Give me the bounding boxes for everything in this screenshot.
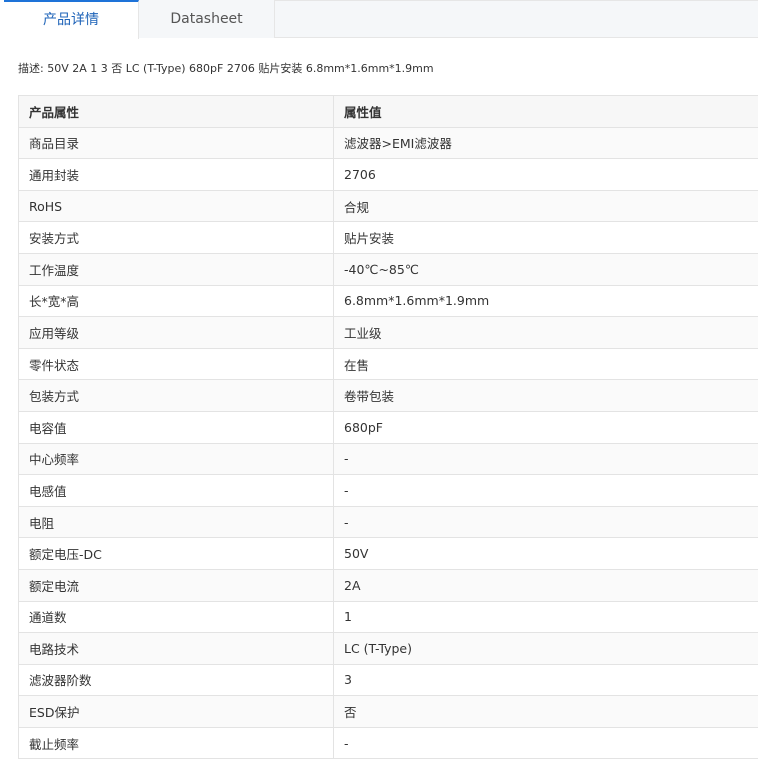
attribute-name-cell: 额定电压-DC <box>18 537 334 570</box>
attribute-name-cell: 电容值 <box>18 410 334 444</box>
attribute-name-cell: 工作温度 <box>18 252 334 286</box>
header-value: 属性值 <box>333 95 758 128</box>
table-row: 电路技术 LC (T-Type) <box>18 632 758 665</box>
table-row: 滤波器阶数 3 <box>18 663 758 697</box>
table-row: 额定电流 2A <box>18 568 758 602</box>
attribute-value-cell: 2A <box>333 568 758 602</box>
attribute-name-cell: 中心频率 <box>18 442 334 476</box>
attribute-name-cell: 应用等级 <box>18 316 334 349</box>
attribute-value-cell: - <box>333 726 758 760</box>
tab-datasheet[interactable]: Datasheet <box>139 0 275 38</box>
attribute-value-cell: 工业级 <box>333 316 758 349</box>
product-description: 描述: 50V 2A 1 3 否 LC (T-Type) 680pF 2706 … <box>18 62 434 75</box>
table-row: 电容值 680pF <box>18 410 758 444</box>
attribute-name-cell: ESD保护 <box>18 695 334 728</box>
attribute-name-cell: 额定电流 <box>18 568 334 602</box>
table-body: 商品目录 滤波器>EMI滤波器 通用封装 2706 RoHS 合规 安装方式 贴片安装 工作温度… <box>18 126 758 760</box>
tab-product-details[interactable]: 产品详情 <box>4 0 139 39</box>
attribute-name-cell: 电路技术 <box>18 632 334 665</box>
attribute-value-cell: 卷带包装 <box>333 379 758 412</box>
spec-table: 产品属性 属性值 商品目录 滤波器>EMI滤波器 通用封装 2706 RoHS 合规 安装方… <box>18 95 758 760</box>
attribute-value-cell: 3 <box>333 663 758 697</box>
table-row: 应用等级 工业级 <box>18 316 758 349</box>
attribute-value-cell: LC (T-Type) <box>333 632 758 665</box>
attribute-value-cell: 680pF <box>333 410 758 444</box>
table-row: 电感值 - <box>18 474 758 507</box>
attribute-value-cell: 在售 <box>333 347 758 381</box>
attribute-value-cell: 滤波器>EMI滤波器 <box>333 126 758 160</box>
attribute-name-cell: 零件状态 <box>18 347 334 381</box>
table-row: 长*宽*高 6.8mm*1.6mm*1.9mm <box>18 284 758 318</box>
attribute-name-cell: 滤波器阶数 <box>18 663 334 697</box>
attribute-name-cell: 商品目录 <box>18 126 334 160</box>
table-row: 通用封装 2706 <box>18 158 758 191</box>
table-row: 安装方式 贴片安装 <box>18 221 758 254</box>
attribute-name-cell: 安装方式 <box>18 221 334 254</box>
attribute-value-cell: 贴片安装 <box>333 221 758 254</box>
attribute-name-cell: 通道数 <box>18 600 334 634</box>
table-row: 零件状态 在售 <box>18 347 758 381</box>
table-row: RoHS 合规 <box>18 189 758 223</box>
table-row: 截止频率 - <box>18 726 758 760</box>
table-row: 电阻 - <box>18 505 758 539</box>
attribute-value-cell: 6.8mm*1.6mm*1.9mm <box>333 284 758 318</box>
table-row: 中心频率 - <box>18 442 758 476</box>
attribute-name-cell: 截止频率 <box>18 726 334 760</box>
attribute-value-cell: -40℃~85℃ <box>333 252 758 286</box>
table-row: ESD保护否 <box>18 695 758 728</box>
attribute-value-cell: - <box>333 442 758 476</box>
table-row: 通道数 1 <box>18 600 758 634</box>
attribute-name-cell: 电阻 <box>18 505 334 539</box>
table-row: 包装方式 卷带包装 <box>18 379 758 412</box>
attribute-value-cell: - <box>333 505 758 539</box>
attribute-value-cell: 50V <box>333 537 758 570</box>
attribute-value-cell: - <box>333 474 758 507</box>
table-row: 工作温度 -40℃~85℃ <box>18 252 758 286</box>
attribute-value-cell: 2706 <box>333 158 758 191</box>
table-row: 额定电压-DC 50V <box>18 537 758 570</box>
attribute-name-cell: 包装方式 <box>18 379 334 412</box>
attribute-value-cell: 1 <box>333 600 758 634</box>
attribute-name-cell: 电感值 <box>18 474 334 507</box>
attribute-value-cell: 否 <box>333 695 758 728</box>
attribute-name-cell: 长*宽*高 <box>18 284 334 318</box>
attribute-name-cell: 通用封装 <box>18 158 334 191</box>
header-attribute: 产品属性 <box>18 95 334 128</box>
table-row: 商品目录 滤波器>EMI滤波器 <box>18 126 758 160</box>
table-header-row: 产品属性 属性值 <box>18 95 758 128</box>
attribute-name-cell: RoHS <box>18 189 334 223</box>
attribute-value-cell: 合规 <box>333 189 758 223</box>
tab-bar: 产品详情 Datasheet <box>4 0 758 39</box>
